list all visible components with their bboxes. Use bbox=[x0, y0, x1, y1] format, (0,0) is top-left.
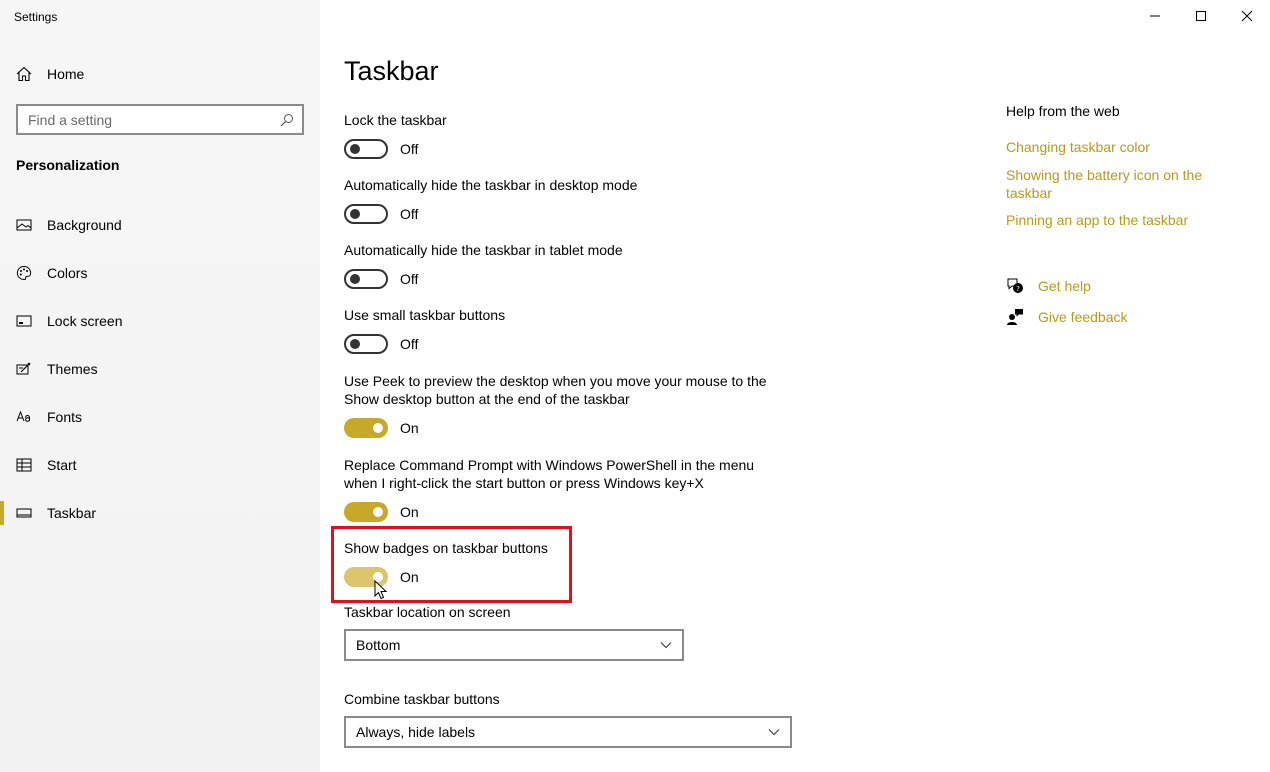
taskbar-icon bbox=[16, 508, 32, 518]
setting-peek: Use Peek to preview the desktop when you… bbox=[344, 372, 804, 438]
toggle-switch[interactable] bbox=[344, 418, 388, 438]
small-buttons-toggle[interactable]: Off bbox=[344, 334, 804, 354]
peek-toggle[interactable]: On bbox=[344, 418, 804, 438]
combine-label: Combine taskbar buttons bbox=[344, 691, 500, 707]
toggle-switch[interactable] bbox=[344, 269, 388, 289]
setting-powershell: Replace Command Prompt with Windows Powe… bbox=[344, 456, 804, 522]
sidebar-item-start[interactable]: Start bbox=[0, 441, 320, 489]
sidebar-item-label: Background bbox=[47, 217, 122, 233]
section-title: Personalization bbox=[16, 157, 120, 173]
setting-label: Automatically hide the taskbar in deskto… bbox=[344, 177, 638, 193]
sidebar: Settings Home Personalization Background… bbox=[0, 0, 320, 772]
close-icon bbox=[1241, 10, 1253, 22]
toggle-state: On bbox=[400, 420, 419, 436]
help-link-taskbar-color[interactable]: Changing taskbar color bbox=[1006, 138, 1246, 156]
setting-label: Use Peek to preview the desktop when you… bbox=[344, 373, 767, 407]
window-controls bbox=[1132, 0, 1270, 32]
minimize-icon bbox=[1150, 15, 1160, 17]
location-label: Taskbar location on screen bbox=[344, 604, 511, 620]
minimize-button[interactable] bbox=[1132, 0, 1178, 32]
search-icon[interactable] bbox=[280, 113, 294, 127]
setting-label: Use small taskbar buttons bbox=[344, 307, 506, 323]
start-icon bbox=[16, 458, 32, 472]
setting-label: Replace Command Prompt with Windows Powe… bbox=[344, 457, 755, 491]
sidebar-item-taskbar[interactable]: Taskbar bbox=[0, 489, 320, 537]
sidebar-item-fonts[interactable]: Fonts bbox=[0, 393, 320, 441]
sidebar-item-label: Colors bbox=[47, 265, 88, 281]
toggle-switch[interactable] bbox=[344, 334, 388, 354]
give-feedback-link[interactable]: Give feedback bbox=[1006, 308, 1128, 326]
sidebar-item-label: Taskbar bbox=[47, 505, 97, 521]
sidebar-item-colors[interactable]: Colors bbox=[0, 249, 320, 297]
toggle-state: Off bbox=[400, 336, 419, 352]
give-feedback-label: Give feedback bbox=[1038, 309, 1128, 325]
help-title: Help from the web bbox=[1006, 103, 1120, 119]
mouse-cursor-icon bbox=[374, 580, 388, 600]
maximize-button[interactable] bbox=[1178, 0, 1224, 32]
home-icon bbox=[16, 66, 32, 82]
chevron-down-icon bbox=[660, 642, 672, 649]
sidebar-nav: Background Colors Lock screen Themes Fon… bbox=[0, 201, 320, 537]
help-link-battery-icon[interactable]: Showing the battery icon on the taskbar bbox=[1006, 166, 1246, 202]
setting-label: Automatically hide the taskbar in tablet… bbox=[344, 242, 623, 258]
toggle-state: Off bbox=[400, 141, 419, 157]
help-link-pin-app[interactable]: Pinning an app to the taskbar bbox=[1006, 211, 1246, 229]
autohide-tablet-toggle[interactable]: Off bbox=[344, 269, 804, 289]
dropdown-value: Always, hide labels bbox=[356, 724, 476, 740]
chevron-down-icon bbox=[768, 729, 780, 736]
highlight-box bbox=[331, 526, 572, 603]
close-button[interactable] bbox=[1224, 0, 1270, 32]
toggle-state: Off bbox=[400, 271, 419, 287]
main-content: Taskbar Lock the taskbar Off Automatical… bbox=[344, 0, 964, 772]
search-box[interactable] bbox=[16, 104, 304, 135]
toggle-switch[interactable] bbox=[344, 139, 388, 159]
toggle-switch[interactable] bbox=[344, 204, 388, 224]
home-nav-item[interactable]: Home bbox=[16, 62, 84, 86]
sidebar-item-label: Start bbox=[47, 457, 77, 473]
dropdown-value: Bottom bbox=[356, 637, 401, 653]
sidebar-item-label: Lock screen bbox=[47, 313, 123, 329]
powershell-toggle[interactable]: On bbox=[344, 502, 804, 522]
setting-autohide-desktop: Automatically hide the taskbar in deskto… bbox=[344, 176, 804, 224]
sidebar-item-label: Themes bbox=[47, 361, 98, 377]
setting-label: Lock the taskbar bbox=[344, 112, 447, 128]
get-help-icon: ? bbox=[1007, 278, 1023, 293]
sidebar-item-label: Fonts bbox=[47, 409, 83, 425]
sidebar-item-background[interactable]: Background bbox=[0, 201, 320, 249]
get-help-link[interactable]: ? Get help bbox=[1006, 277, 1091, 295]
page-title: Taskbar bbox=[344, 56, 439, 86]
sidebar-item-lock-screen[interactable]: Lock screen bbox=[0, 297, 320, 345]
get-help-label: Get help bbox=[1038, 278, 1091, 294]
taskbar-location-dropdown[interactable]: Bottom bbox=[344, 629, 684, 661]
setting-autohide-tablet: Automatically hide the taskbar in tablet… bbox=[344, 241, 804, 289]
palette-icon bbox=[16, 265, 32, 280]
themes-icon bbox=[16, 362, 31, 375]
search-input[interactable] bbox=[28, 111, 280, 128]
maximize-icon bbox=[1196, 11, 1206, 21]
lock-taskbar-toggle[interactable]: Off bbox=[344, 139, 804, 159]
toggle-state: Off bbox=[400, 206, 419, 222]
toggle-switch[interactable] bbox=[344, 502, 388, 522]
sidebar-item-themes[interactable]: Themes bbox=[0, 345, 320, 393]
fonts-icon bbox=[16, 410, 30, 422]
app-title: Settings bbox=[14, 10, 58, 24]
combine-buttons-dropdown[interactable]: Always, hide labels bbox=[344, 716, 792, 748]
setting-small-buttons: Use small taskbar buttons Off bbox=[344, 306, 804, 354]
setting-lock-taskbar: Lock the taskbar Off bbox=[344, 111, 804, 159]
toggle-state: On bbox=[400, 504, 419, 520]
lock-screen-icon bbox=[16, 315, 32, 327]
home-label: Home bbox=[47, 66, 85, 82]
autohide-desktop-toggle[interactable]: Off bbox=[344, 204, 804, 224]
picture-icon bbox=[16, 219, 32, 231]
svg-text:?: ? bbox=[1016, 285, 1020, 293]
feedback-icon bbox=[1007, 309, 1023, 325]
